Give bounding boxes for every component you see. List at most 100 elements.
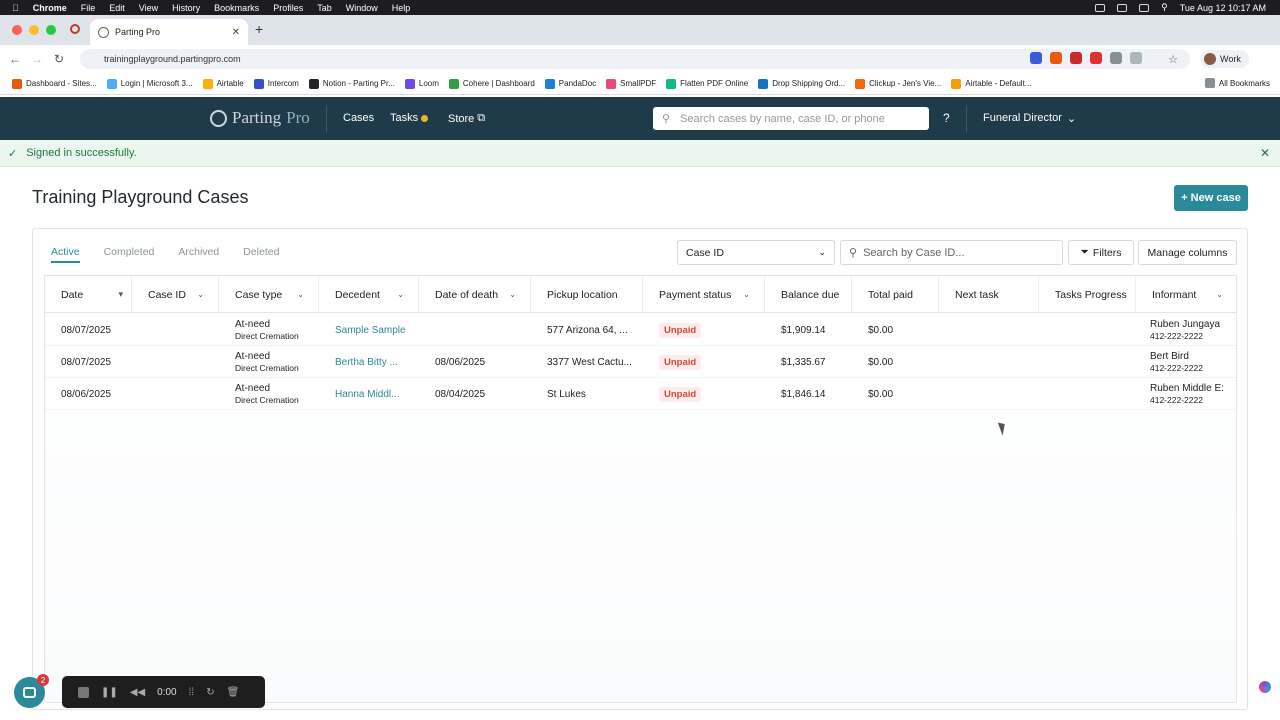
column-header-next-task[interactable]: Next task (939, 276, 1039, 313)
battery-icon[interactable] (1139, 3, 1150, 12)
puzzle-icon[interactable] (1110, 52, 1122, 64)
chevron-down-icon[interactable]: ⌄ (397, 290, 404, 299)
chevron-down-icon[interactable]: ⌄ (743, 290, 750, 299)
table-row[interactable]: 08/06/2025 At-need Direct Cremation Hanna… (45, 378, 1236, 410)
bookmark-item[interactable]: Clickup - Jen's Vie... (855, 78, 941, 89)
column-header-case-id[interactable]: Case ID ⌄ (132, 276, 219, 313)
menu-tab[interactable]: Tab (317, 3, 332, 13)
status-icon[interactable] (1095, 3, 1106, 12)
menu-view[interactable]: View (139, 3, 158, 13)
assistant-icon[interactable] (1259, 681, 1271, 693)
tab-deleted[interactable]: Deleted (243, 246, 279, 263)
chevron-down-icon[interactable]: ⌄ (1216, 290, 1223, 299)
sidepanel-icon[interactable] (1130, 52, 1142, 64)
close-tab-icon[interactable]: ✕ (232, 27, 240, 38)
column-header-informant[interactable]: Informant ⌄ (1136, 276, 1236, 313)
bookmark-item[interactable]: Cohere | Dashboard (448, 78, 535, 89)
tab-active[interactable]: Active (51, 246, 80, 263)
bookmark-item[interactable]: Drop Shipping Ord... (758, 78, 845, 89)
profile-button[interactable]: Work (1200, 50, 1249, 68)
column-header-total-paid[interactable]: Total paid (852, 276, 939, 313)
menubar-clock[interactable]: Tue Aug 12 10:17 AM (1180, 3, 1266, 13)
forward-icon[interactable]: → (26, 52, 48, 66)
chevron-down-icon[interactable]: ⌄ (197, 290, 204, 299)
nav-cases[interactable]: Cases (343, 112, 374, 124)
bookmark-item[interactable]: PandaDoc (544, 78, 596, 89)
help-button[interactable]: ? (943, 111, 950, 125)
decedent-link[interactable]: Bertha Bitty ... (319, 346, 419, 378)
close-window-button[interactable] (12, 25, 22, 35)
column-header-payment-status[interactable]: Payment status ⌄ (643, 276, 765, 313)
column-header-date[interactable]: Date ▾ (45, 276, 132, 313)
menu-bookmarks[interactable]: Bookmarks (214, 3, 259, 13)
url-bar[interactable]: trainingplayground.partingpro.com ☆ (80, 49, 1190, 69)
cell-payment-status: Unpaid (643, 378, 765, 410)
tab-completed[interactable]: Completed (104, 246, 155, 263)
chat-launcher-button[interactable]: 2 (14, 674, 49, 708)
bookmark-item[interactable]: Login | Microsoft 3... (106, 78, 193, 89)
extension-icon[interactable] (1090, 52, 1102, 64)
rewind-icon[interactable]: ◀◀ (130, 687, 145, 698)
menu-profiles[interactable]: Profiles (273, 3, 303, 13)
extension-icon[interactable] (1070, 52, 1082, 64)
bookmark-item[interactable]: Intercom (253, 78, 299, 89)
filters-button[interactable]: ⏷ Filters (1068, 240, 1134, 265)
browser-tab[interactable]: Parting Pro ✕ (90, 19, 248, 45)
nav-store[interactable]: Store ⧉ (448, 112, 485, 125)
bookmark-item[interactable]: Dashboard - Sites... (12, 78, 97, 89)
role-menu[interactable]: Funeral Director ⌄ (983, 112, 1076, 125)
close-alert-icon[interactable]: ✕ (1260, 146, 1270, 160)
restart-icon[interactable]: ↻ (206, 687, 214, 698)
bookmark-item[interactable]: Airtable (202, 78, 244, 89)
chevron-down-icon[interactable]: ⌄ (509, 290, 516, 299)
new-case-button[interactable]: + New case (1174, 185, 1248, 211)
menu-history[interactable]: History (172, 3, 200, 13)
column-header-pickup-location[interactable]: Pickup location (531, 276, 643, 313)
menu-help[interactable]: Help (392, 3, 411, 13)
menu-app-name[interactable]: Chrome (33, 3, 67, 13)
pause-icon[interactable]: ❚❚ (101, 687, 118, 698)
new-tab-icon[interactable]: + (255, 21, 263, 37)
grid-icon[interactable]: ⁞⁞ (189, 687, 195, 698)
stop-icon[interactable] (78, 686, 89, 698)
wifi-icon[interactable] (1117, 3, 1128, 12)
search-field-select[interactable]: Case ID ⌄ (677, 240, 835, 265)
menu-edit[interactable]: Edit (109, 3, 125, 13)
menu-file[interactable]: File (81, 3, 96, 13)
minimize-window-button[interactable] (29, 25, 39, 35)
bookmark-star-icon[interactable]: ☆ (1168, 53, 1178, 66)
extension-icon[interactable] (1050, 52, 1062, 64)
table-row[interactable]: 08/07/2025 At-need Direct Cremation Sampl… (45, 314, 1236, 346)
bookmark-item[interactable]: SmallPDF (606, 78, 656, 89)
bookmark-item[interactable]: Airtable - Default... (951, 78, 1031, 89)
column-header-tasks-progress[interactable]: Tasks Progress (1039, 276, 1136, 313)
extension-icon[interactable] (1030, 52, 1042, 64)
menu-window[interactable]: Window (346, 3, 378, 13)
spotlight-icon[interactable]: ⚲ (1161, 2, 1168, 13)
global-search-input[interactable]: ⚲ Search cases by name, case ID, or phon… (653, 107, 929, 130)
all-bookmarks[interactable]: All Bookmarks (1204, 78, 1270, 88)
nav-tasks[interactable]: Tasks (390, 112, 429, 124)
bookmark-item[interactable]: Notion - Parting Pr... (308, 78, 395, 89)
manage-columns-button[interactable]: Manage columns (1138, 240, 1237, 265)
decedent-link[interactable]: Hanna Middl... (319, 378, 419, 410)
column-header-date-of-death[interactable]: Date of death ⌄ (419, 276, 531, 313)
back-icon[interactable]: ← (4, 52, 26, 66)
sort-desc-icon[interactable]: ▾ (118, 289, 123, 300)
trash-icon[interactable]: 🗑 (227, 687, 240, 698)
column-header-balance-due[interactable]: Balance due (765, 276, 852, 313)
column-header-decedent[interactable]: Decedent ⌄ (319, 276, 419, 313)
bookmark-item[interactable]: Loom (404, 78, 439, 89)
logo[interactable]: Parting Pro (210, 108, 310, 128)
zoom-window-button[interactable] (46, 25, 56, 35)
reload-icon[interactable]: ↻ (48, 52, 70, 66)
apple-icon[interactable]:  (12, 3, 19, 13)
table-row[interactable]: 08/07/2025 At-need Direct Cremation Berth… (45, 346, 1236, 378)
bookmark-item[interactable]: Flatten PDF Online (666, 78, 748, 89)
case-search-placeholder: Search by Case ID... (863, 246, 965, 259)
case-search-input[interactable]: ⚲ Search by Case ID... (840, 240, 1063, 265)
chevron-down-icon[interactable]: ⌄ (297, 290, 304, 299)
column-header-case-type[interactable]: Case type ⌄ (219, 276, 319, 313)
decedent-link[interactable]: Sample Sample (319, 314, 419, 346)
tab-archived[interactable]: Archived (178, 246, 219, 263)
